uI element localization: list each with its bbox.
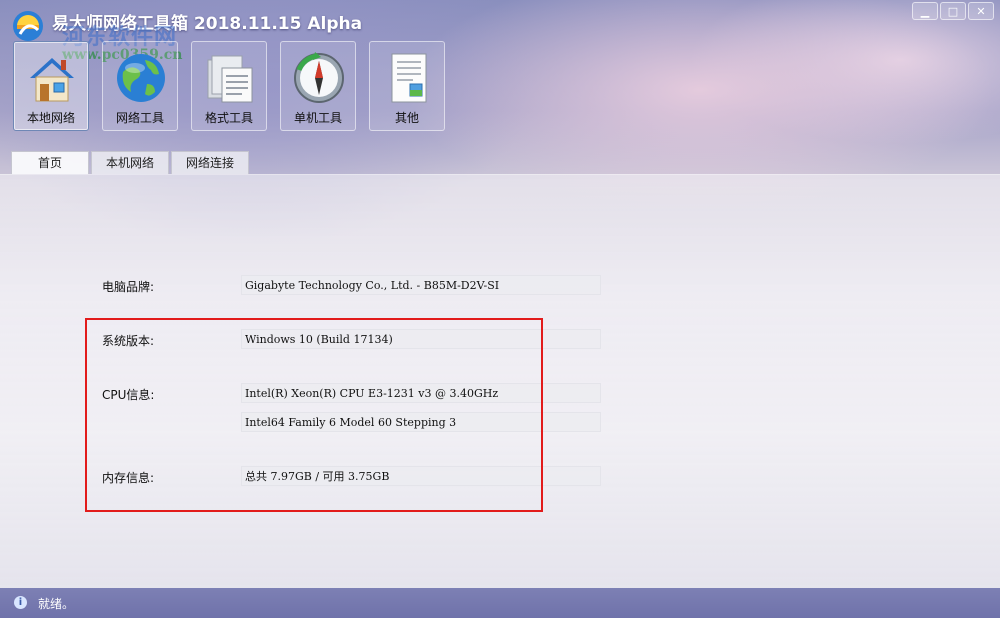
- tab-network-connections[interactable]: 网络连接: [171, 151, 249, 174]
- toolbar-label: 单机工具: [293, 111, 342, 125]
- brand-label: 电脑品牌:: [102, 280, 155, 294]
- main-toolbar: 本地网络 网络工具 格式工具 单机工具 其他: [13, 41, 445, 131]
- document-icon: [391, 53, 427, 103]
- toolbar-network-tools-button[interactable]: 网络工具: [102, 41, 178, 131]
- tab-bar: 首页 本机网络 网络连接: [11, 151, 249, 174]
- toolbar-other-button[interactable]: 其他: [369, 41, 445, 131]
- folder-icon: [207, 55, 253, 103]
- brand-field[interactable]: Gigabyte Technology Co., Ltd. - B85M-D2V…: [241, 275, 601, 295]
- compass-icon: [294, 52, 344, 103]
- tab-home[interactable]: 首页: [11, 151, 89, 174]
- tab-local-network[interactable]: 本机网络: [91, 151, 169, 174]
- toolbar-local-network-button[interactable]: 本地网络: [13, 41, 89, 131]
- maximize-button[interactable]: □: [940, 2, 966, 20]
- status-bar: i 就绪。: [0, 588, 1000, 618]
- minimize-button[interactable]: ▁: [912, 2, 938, 20]
- toolbar-format-tools-button[interactable]: 格式工具: [191, 41, 267, 131]
- house-icon: [30, 58, 74, 102]
- app-logo-icon: [13, 11, 43, 41]
- toolbar-label: 本地网络: [26, 111, 75, 125]
- title-bar: 易大师网络工具箱 2018.11.15 Alpha 河东软件网 www.pc03…: [0, 0, 1000, 63]
- close-button[interactable]: ✕: [968, 2, 994, 20]
- toolbar-standalone-tools-button[interactable]: 单机工具: [280, 41, 356, 131]
- globe-icon: [117, 54, 165, 102]
- status-text: 就绪。: [38, 597, 75, 611]
- red-highlight-box: [85, 318, 543, 512]
- toolbar-label: 网络工具: [115, 111, 164, 125]
- info-icon: i: [14, 596, 27, 609]
- toolbar-label: 格式工具: [204, 111, 253, 125]
- toolbar-label: 其他: [394, 111, 419, 125]
